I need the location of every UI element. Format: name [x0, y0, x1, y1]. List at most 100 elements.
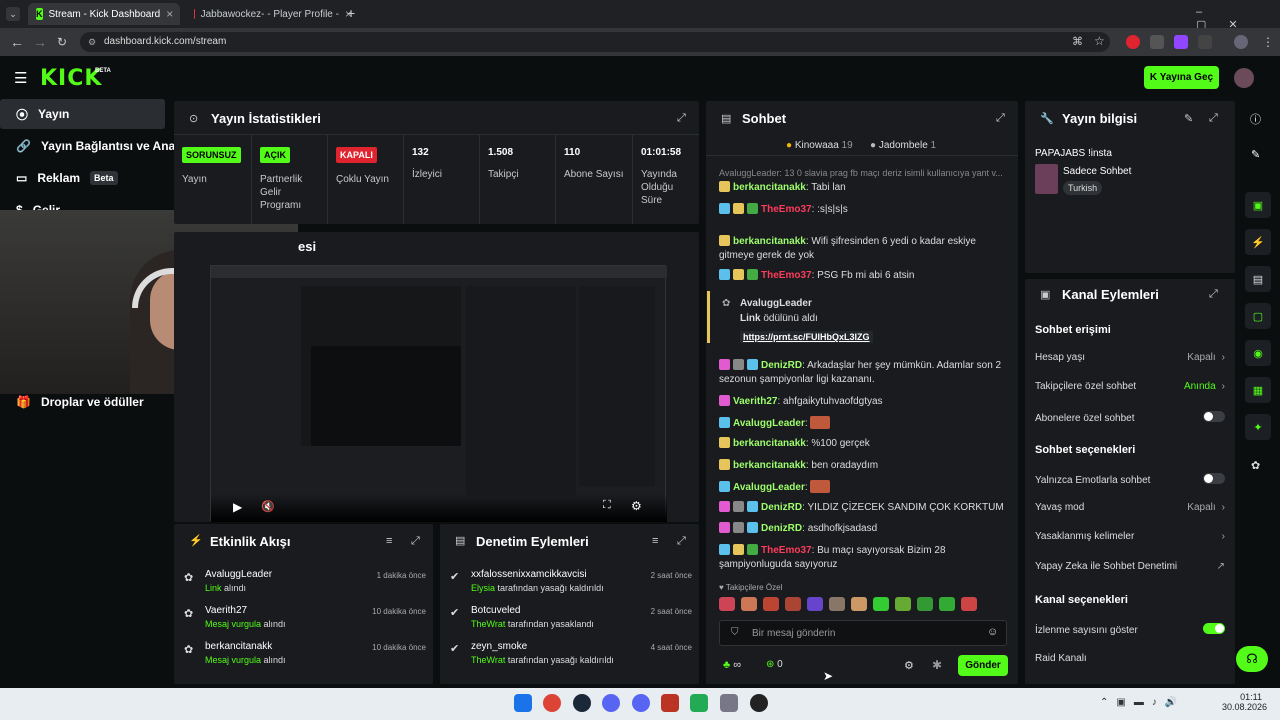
activity-item[interactable]: ✿ AvaluggLeader Link alındı 1 dakika önce — [184, 568, 428, 600]
filter-icon[interactable]: ≡ — [386, 535, 392, 547]
chat-username[interactable]: DenizRD — [761, 360, 802, 371]
top-gifter-2[interactable]: ● Jadombele 1 — [870, 140, 936, 151]
slow-mode-row[interactable]: Yavaş mod Kapalı › — [1035, 502, 1225, 513]
emote-icon[interactable] — [961, 597, 977, 611]
kick-logo[interactable]: KICK — [40, 66, 102, 91]
points-counter[interactable]: ♣ ∞ — [723, 659, 741, 671]
chat-input-field[interactable]: ⛉ Bir mesaj gönderin ☺ — [719, 620, 1007, 646]
chat-username[interactable]: TheEmo37 — [761, 270, 812, 281]
sidebar-item-yayin[interactable]: ⦿ Yayın — [0, 99, 165, 129]
activity-item[interactable]: ✿ Vaerith27 Mesaj vurgula alındı 10 dakika … — [184, 604, 428, 636]
info-icon[interactable]: ⓘ — [1250, 111, 1261, 127]
app-icon[interactable] — [750, 694, 768, 712]
chat-username[interactable]: TheEmo37 — [761, 204, 812, 215]
windows-start-icon[interactable] — [514, 694, 532, 712]
steam-icon[interactable] — [573, 694, 591, 712]
chat-message[interactable]: TheEmo37: Bu maçı sayıyorsak Bizim 28 şa… — [719, 544, 1009, 572]
activity-item[interactable]: ✿ berkancitanakk Mesaj vurgula alındı 10 da… — [184, 640, 428, 672]
close-tab-icon[interactable]: × — [166, 7, 173, 21]
app-icon[interactable] — [661, 694, 679, 712]
extensions-puzzle-icon[interactable] — [1198, 35, 1212, 49]
tab-search-button[interactable]: ⌄ — [6, 7, 20, 21]
emote-icon[interactable] — [807, 597, 823, 611]
chat-message[interactable]: TheEmo37: :s|s|s|s — [719, 203, 1009, 217]
reload-icon[interactable]: ↻ — [57, 35, 67, 49]
chat-username[interactable]: berkancitanakk — [733, 460, 806, 471]
translate-icon[interactable]: ⌘ — [1072, 35, 1083, 48]
system-tray[interactable]: ⌃▣▬♪🔊 — [1100, 697, 1185, 708]
chat-username[interactable]: berkancitanakk — [733, 236, 806, 247]
chat-username[interactable]: Vaerith27 — [733, 396, 777, 407]
chat-settings-icon[interactable]: ⚙ — [904, 659, 914, 672]
expand-icon[interactable]: ⤢ — [677, 112, 686, 125]
chat-message[interactable]: DenizRD: asdhofkjsadasd — [719, 522, 1009, 536]
category-name[interactable]: Sadece Sohbet — [1063, 166, 1131, 177]
emote-icon[interactable] — [829, 597, 845, 611]
emote-icon[interactable] — [939, 597, 955, 611]
clock[interactable]: 01:11 30.08.2026 — [1222, 692, 1267, 712]
strip-lightning-icon[interactable]: ⚡ — [1245, 229, 1271, 255]
expand-icon[interactable]: ⤢ — [996, 112, 1005, 125]
top-gifter-1[interactable]: ● Kinowaaa 19 — [786, 140, 853, 151]
chat-username[interactable]: DenizRD — [761, 502, 802, 513]
strip-camera-icon[interactable]: ▦ — [1245, 377, 1271, 403]
banned-words-row[interactable]: Yasaklanmış kelimeler › — [1035, 531, 1225, 542]
strip-list-icon[interactable]: ▤ — [1245, 266, 1271, 292]
url-field[interactable]: dashboard.kick.com/stream — [80, 32, 1110, 52]
expand-icon[interactable]: ⤢ — [1209, 112, 1218, 125]
chat-message[interactable]: AvaluggLeader: — [719, 480, 1009, 495]
play-icon[interactable]: ▶ — [233, 500, 242, 514]
extension-icon[interactable] — [1174, 35, 1188, 49]
mute-icon[interactable]: 🔇 — [261, 500, 275, 513]
chat-username[interactable]: DenizRD — [761, 523, 802, 534]
tab-kick-dashboard[interactable]: K Stream - Kick Dashboard × — [28, 3, 180, 25]
send-button[interactable]: Gönder — [958, 655, 1008, 676]
sidebar-item-reklam[interactable]: ▭ Reklam Beta — [0, 163, 172, 193]
reward-user[interactable]: AvaluggLeader — [740, 298, 812, 309]
show-viewers-toggle[interactable] — [1203, 623, 1225, 634]
chat-message[interactable]: Vaerith27: ahfgaikytuhvaofdgtyas — [719, 395, 1009, 409]
raid-channel-row[interactable]: Raid Kanalı — [1035, 653, 1225, 664]
bookmark-star-icon[interactable]: ☆ — [1094, 34, 1105, 48]
emote-icon[interactable] — [763, 597, 779, 611]
extension-icon[interactable] — [1150, 35, 1164, 49]
emote-icon[interactable] — [785, 597, 801, 611]
stream-preview-video[interactable]: ▶ 🔇 ⛶ ⚙ — [210, 265, 667, 522]
subs-chat-row[interactable]: Abonelere özel sohbet — [1035, 411, 1225, 425]
discord-icon[interactable] — [602, 694, 620, 712]
chat-message[interactable]: DenizRD: Arkadaşlar her şey mümkün. Adam… — [719, 359, 1009, 387]
chat-message[interactable]: berkancitanakk: Tabi lan — [719, 181, 1009, 195]
back-icon[interactable]: ← — [10, 34, 24, 50]
emote-icon[interactable] — [719, 597, 735, 611]
show-viewers-row[interactable]: İzlenme sayısını göster — [1035, 623, 1225, 637]
strip-video-icon[interactable]: ▣ — [1245, 192, 1271, 218]
expand-icon[interactable]: ⤢ — [1209, 288, 1218, 301]
user-avatar[interactable] — [1234, 68, 1254, 88]
coins-counter[interactable]: ⊛ 0 — [766, 659, 783, 670]
followers-chat-row[interactable]: Takipçilere özel sohbet Anında › — [1035, 381, 1225, 392]
emote-bar[interactable] — [719, 597, 1005, 615]
expand-icon[interactable]: ⤢ — [411, 535, 420, 548]
sidebar-item-stream-key[interactable]: 🔗 Yayın Bağlantısı ve Anahtar — [0, 131, 198, 161]
strip-chat-icon[interactable]: ▢ — [1245, 303, 1271, 329]
tab-player-profile[interactable]: Jabbawockez- - Player Profile - × — [186, 3, 360, 25]
fullscreen-icon[interactable]: ⛶ — [603, 499, 611, 512]
strip-settings-icon[interactable]: ✿ — [1251, 459, 1260, 472]
emote-icon[interactable] — [917, 597, 933, 611]
emote-icon[interactable] — [741, 597, 757, 611]
settings-gear-icon[interactable]: ⚙ — [631, 499, 642, 513]
settings-icon[interactable] — [720, 694, 738, 712]
go-live-button[interactable]: K Yayına Geç — [1144, 66, 1219, 89]
account-age-row[interactable]: Hesap yaşı Kapalı › — [1035, 352, 1225, 363]
chat-message[interactable]: TheEmo37: PSG Fb mi abi 6 atsin — [719, 269, 1009, 283]
emoji-icon[interactable]: ☺ — [987, 626, 998, 638]
bot-icon[interactable]: ✱ — [932, 658, 942, 672]
filter-icon[interactable]: ≡ — [652, 535, 658, 547]
ai-moderation-row[interactable]: Yapay Zeka ile Sohbet Denetimi ↗ — [1035, 561, 1225, 572]
hamburger-menu-icon[interactable]: ☰ — [14, 69, 27, 87]
help-headset-icon[interactable]: ☊ — [1236, 646, 1268, 672]
profile-avatar-icon[interactable] — [1234, 35, 1248, 49]
chat-message[interactable]: berkancitanakk: ben oradaydım — [719, 459, 1009, 473]
chrome-icon[interactable] — [543, 694, 561, 712]
emote-icon[interactable] — [851, 597, 867, 611]
